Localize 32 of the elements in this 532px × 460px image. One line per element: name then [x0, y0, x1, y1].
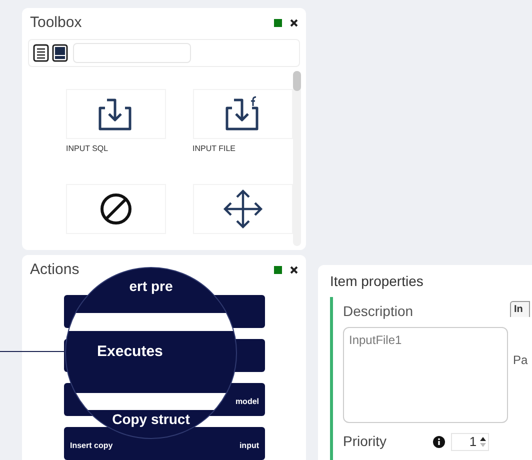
close-icon[interactable] — [290, 19, 298, 28]
prohibit-icon — [99, 192, 133, 226]
tool-label: INPUT FILE — [192, 144, 236, 154]
tab[interactable]: In — [510, 301, 530, 317]
panel-title: Item properties — [330, 272, 424, 291]
priority-spinner[interactable]: 1 — [450, 432, 489, 450]
info-icon[interactable] — [432, 436, 445, 448]
magnified-text: ert pre — [129, 278, 173, 294]
magnified-text: Executes — [97, 343, 163, 361]
field-label: Pa — [512, 352, 529, 369]
action-button[interactable]: Insert copy input — [64, 427, 265, 460]
scrollbar[interactable] — [293, 70, 301, 246]
leader-line — [0, 351, 66, 352]
tile-view-icon[interactable] — [52, 44, 68, 62]
list-view-icon[interactable] — [33, 44, 49, 62]
tool-label: INPUT SQL — [66, 144, 110, 154]
tool-tile[interactable] — [192, 88, 292, 138]
tool-tile[interactable] — [66, 184, 166, 234]
move-icon — [222, 188, 262, 228]
spinner-arrows-icon[interactable] — [480, 436, 486, 448]
magnified-text: Copy struct — [112, 411, 190, 427]
search-field[interactable] — [73, 42, 191, 62]
description-label: Description — [343, 302, 414, 321]
pin-icon[interactable] — [274, 19, 282, 28]
priority-label: Priority — [343, 432, 387, 451]
close-icon[interactable] — [290, 266, 298, 274]
pin-icon[interactable] — [274, 266, 282, 274]
description-field[interactable]: InputFile1 — [343, 327, 508, 423]
tool-tile[interactable] — [192, 184, 292, 234]
panel-title: Toolbox — [30, 13, 82, 33]
panel-title: Actions — [30, 260, 80, 280]
tool-tile[interactable] — [66, 88, 166, 138]
